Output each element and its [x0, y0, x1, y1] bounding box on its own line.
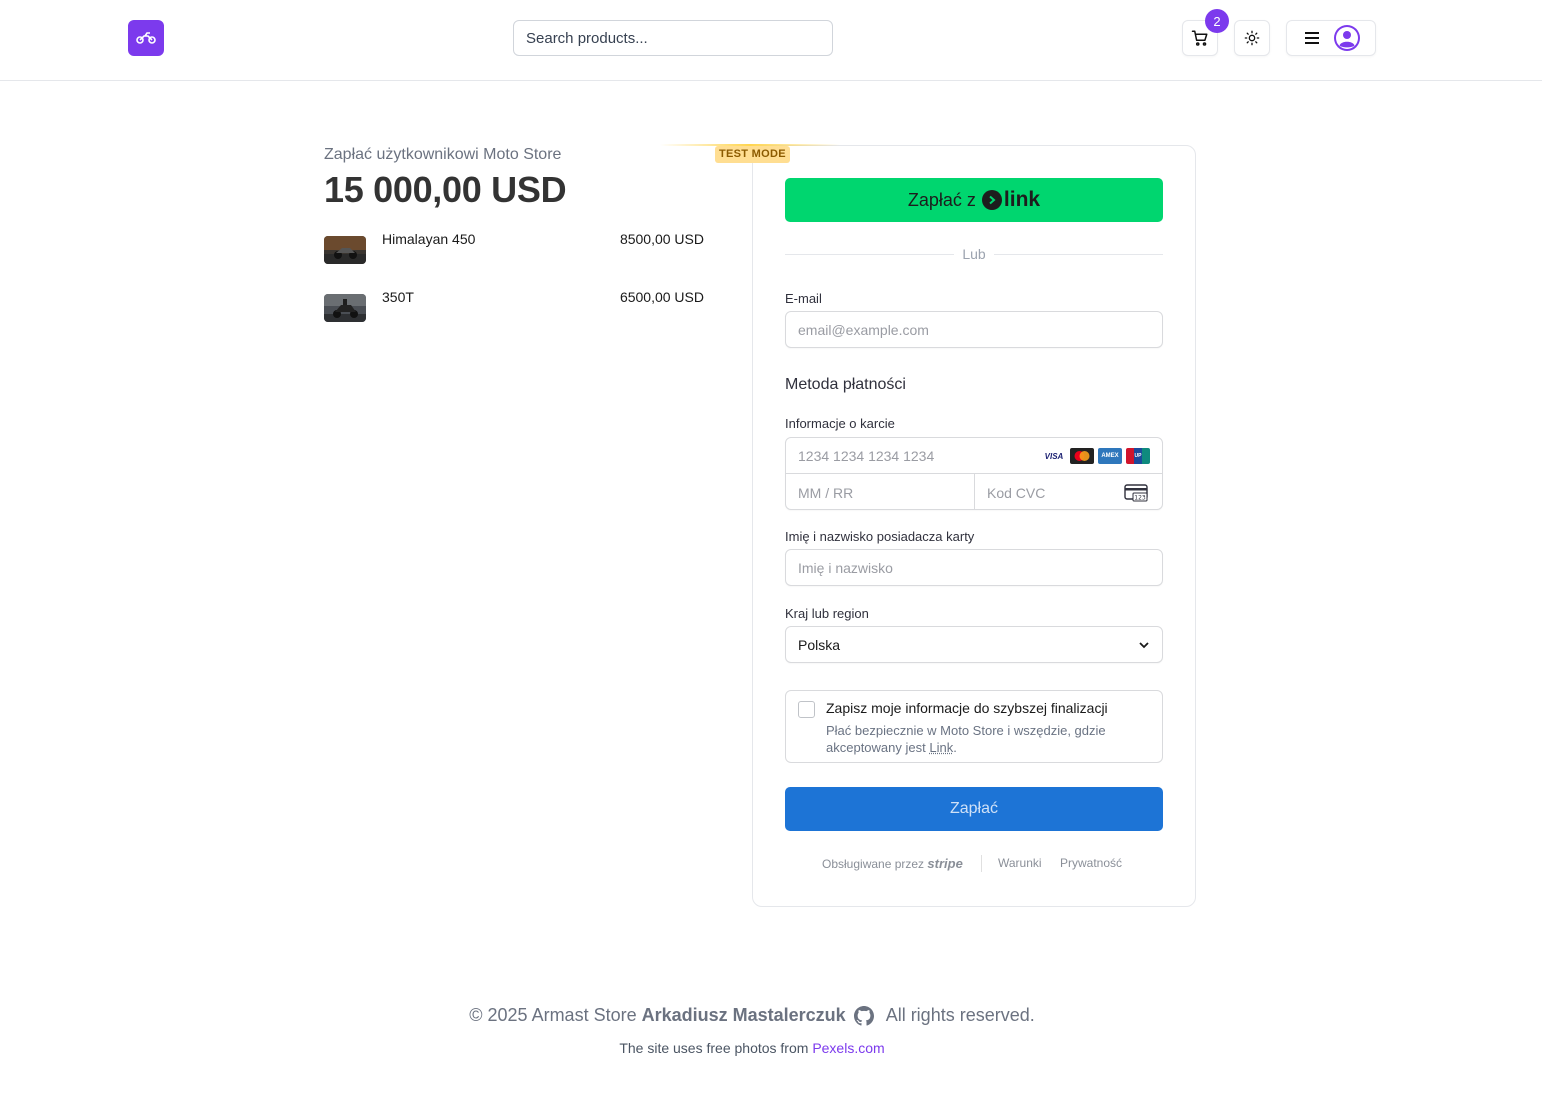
motorcycle-logo-icon[interactable] — [128, 20, 164, 56]
photos-credit: The site uses free photos from Pexels.co… — [0, 1040, 1504, 1056]
sun-icon — [1244, 30, 1260, 46]
item-price: 8500,00 USD — [619, 231, 704, 247]
card-details-group: 1234 1234 1234 1234 VISA AMEX UP MM / RR… — [785, 437, 1163, 510]
link-logo: link — [981, 188, 1041, 212]
card-brand-icons: VISA AMEX UP — [1042, 448, 1150, 464]
pexels-link[interactable]: Pexels.com — [812, 1040, 884, 1056]
country-label: Kraj lub region — [785, 606, 869, 621]
payment-method-title: Metoda płatności — [785, 376, 906, 393]
save-info-checkbox[interactable] — [798, 701, 815, 718]
merchant-line: Zapłać użytkownikowi Moto Store — [324, 146, 562, 163]
order-total: 15 000,00 USD — [324, 169, 567, 210]
cvc-field[interactable]: Kod CVC — [987, 485, 1045, 501]
mastercard-icon — [1070, 448, 1094, 464]
cvc-card-icon: 123 — [1124, 484, 1148, 502]
stripe-footer: Obsługiwane przez stripe Warunki Prywatn… — [785, 855, 1163, 873]
cardholder-label: Imię i nazwisko posiadacza karty — [785, 529, 975, 544]
product-thumbnail — [324, 236, 366, 264]
github-icon[interactable] — [853, 1005, 874, 1026]
save-info-title: Zapisz moje informacje do szybszej final… — [826, 700, 1108, 716]
country-value: Polska — [798, 637, 841, 653]
item-price: 6500,00 USD — [619, 289, 704, 305]
item-name: 350T — [382, 289, 414, 305]
list-item: Himalayan 450 8500,00 USD — [324, 231, 704, 264]
save-info-box: Zapisz moje informacje do szybszej final… — [785, 690, 1163, 763]
link-button-label: Zapłać z — [907, 189, 976, 210]
theme-toggle-button[interactable] — [1234, 20, 1270, 56]
pay-with-link-button[interactable]: Zapłać z link — [785, 178, 1163, 222]
link-brand-text: link — [1003, 188, 1041, 211]
unionpay-icon: UP — [1126, 448, 1150, 464]
chevron-down-icon — [1139, 642, 1149, 649]
svg-text:123: 123 — [1134, 495, 1146, 502]
or-divider: Lub — [785, 246, 1163, 262]
item-name: Himalayan 450 — [382, 231, 476, 247]
hamburger-menu-icon — [1305, 32, 1319, 44]
save-info-text: Płać bezpiecznie w Moto Store i wszędzie… — [826, 723, 1106, 755]
test-mode-badge: TEST MODE — [715, 146, 790, 163]
expiry-field[interactable]: MM / RR — [798, 485, 853, 501]
email-field[interactable] — [785, 311, 1163, 348]
link-info-link[interactable]: Link — [929, 740, 953, 755]
card-info-label: Informacje o karcie — [785, 416, 895, 431]
top-navbar: 2 — [0, 0, 1542, 81]
author-name: Arkadiusz Mastalerczuk — [641, 1005, 846, 1025]
cart-count-badge: 2 — [1205, 9, 1229, 33]
card-number-placeholder: 1234 1234 1234 1234 — [798, 448, 935, 464]
stripe-logo: stripe — [927, 856, 963, 871]
cardholder-name-field[interactable] — [785, 549, 1163, 586]
country-select[interactable]: Polska — [785, 626, 1163, 663]
powered-by-stripe[interactable]: Obsługiwane przez stripe — [822, 856, 963, 871]
privacy-link[interactable]: Prywatność — [1060, 856, 1122, 870]
search-input[interactable] — [513, 20, 833, 56]
powered-by-label: Obsługiwane przez — [822, 857, 925, 871]
copyright-text: © 2025 Armast Store — [469, 1005, 637, 1025]
visa-icon: VISA — [1042, 448, 1066, 464]
user-menu-button[interactable] — [1286, 20, 1376, 56]
save-info-description: Płać bezpiecznie w Moto Store i wszędzie… — [826, 723, 1106, 755]
copyright-line: © 2025 Armast Store Arkadiusz Mastalercz… — [0, 1005, 1504, 1026]
link-arrow-icon — [981, 190, 1002, 210]
avatar — [1334, 25, 1360, 51]
card-number-field[interactable]: 1234 1234 1234 1234 VISA AMEX UP — [786, 438, 1162, 474]
pay-button[interactable]: Zapłać — [785, 787, 1163, 831]
terms-link[interactable]: Warunki — [998, 856, 1042, 870]
email-label: E-mail — [785, 291, 822, 306]
photos-credit-text: The site uses free photos from — [619, 1040, 809, 1056]
amex-icon: AMEX — [1098, 448, 1122, 464]
rights-text: All rights reserved. — [885, 1005, 1035, 1025]
cart-icon — [1191, 30, 1208, 46]
list-item: 350T 6500,00 USD — [324, 289, 704, 322]
product-thumbnail — [324, 294, 366, 322]
